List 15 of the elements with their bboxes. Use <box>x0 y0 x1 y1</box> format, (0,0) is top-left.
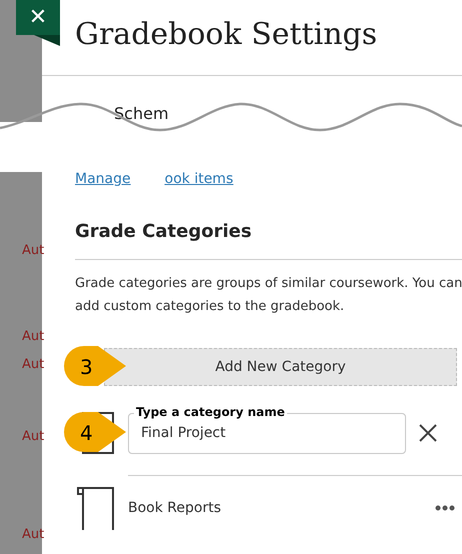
close-button[interactable]: ✕ <box>16 0 60 35</box>
callout-marker: 4 <box>64 412 126 452</box>
section-title: Grade Categories <box>75 218 462 260</box>
category-name: Book Reports <box>128 498 222 518</box>
manage-link[interactable]: Manage <box>75 169 131 191</box>
category-icon <box>75 486 117 530</box>
close-icon[interactable] <box>418 423 438 443</box>
section-description: Grade categories are groups of similar coursework. You can add custom categories to the gradebook. <box>75 275 462 316</box>
callout-marker: 3 <box>64 346 126 386</box>
add-category-button[interactable]: Add New Category <box>104 348 457 386</box>
panel-title: Gradebook Settings <box>75 16 378 54</box>
more-icon[interactable] <box>435 505 455 511</box>
ribbon-tail-icon <box>34 35 60 46</box>
manage-link[interactable]: ook items <box>164 169 234 191</box>
section-heading: Schem <box>114 104 169 123</box>
